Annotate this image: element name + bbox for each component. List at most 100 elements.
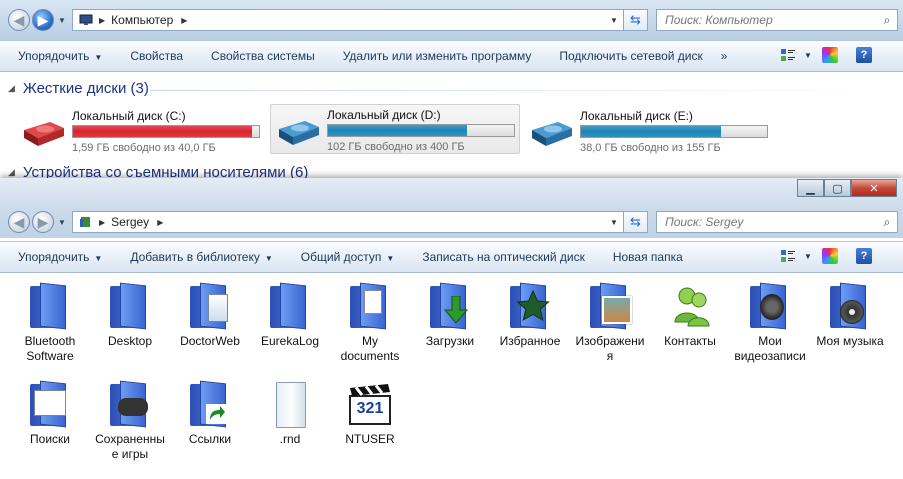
search-box[interactable]: Поиск: Sergey ⌕ (656, 211, 898, 233)
properties-button[interactable]: Свойства (116, 49, 197, 63)
user-folder-window: ▁ ▢ ✕ ◀ ▶ ▼ ▶ Sergey ▶ ▼ ⇆ Поиск: Sergey… (0, 178, 903, 479)
drive-free-space: 38,0 ГБ свободно из 155 ГБ (580, 142, 721, 154)
refresh-button[interactable]: ⇆ (624, 211, 648, 233)
folder-downloads[interactable]: Загрузки (414, 282, 486, 349)
map-network-drive-button[interactable]: Подключить сетевой диск (545, 49, 716, 63)
group-header-hard-disks[interactable]: ◢ Жесткие диски (3) (8, 80, 149, 97)
folder-my-documents[interactable]: My documents (334, 282, 406, 364)
recent-pages-dropdown[interactable]: ▼ (58, 16, 66, 25)
usage-bar (72, 125, 260, 138)
collapse-triangle-icon[interactable]: ◢ (8, 167, 15, 178)
view-controls: ▼ ? (778, 247, 876, 265)
forward-button[interactable]: ▶ (32, 211, 54, 233)
view-options-dropdown[interactable]: ▼ (798, 247, 818, 265)
user-folder-icon (80, 217, 90, 227)
star-icon (516, 290, 550, 322)
film-reel-icon (760, 294, 784, 320)
folder-my-music[interactable]: Моя музыка (814, 282, 886, 349)
file-ntuser[interactable]: 321 NTUSER (334, 380, 406, 447)
shortcut-arrow-icon (206, 404, 226, 424)
folder-favorites[interactable]: Избранное (494, 282, 566, 349)
organize-label: Упорядочить (18, 49, 90, 63)
drive-free-space: 1,59 ГБ свободно из 40,0 ГБ (72, 142, 216, 154)
command-bar: Упорядочить ▼ Свойства Свойства системы У… (0, 40, 903, 72)
breadcrumb-computer[interactable]: Компьютер (111, 13, 173, 27)
help-button[interactable]: ? (852, 47, 876, 63)
file-rnd[interactable]: .rnd (254, 380, 326, 447)
chevron-down-icon: ▼ (94, 53, 103, 62)
folder-searches[interactable]: Поиски (14, 380, 86, 447)
preview-pane-button[interactable] (818, 47, 842, 63)
folder-bluetooth-software[interactable]: Bluetooth Software (14, 282, 86, 364)
chevron-right-icon[interactable]: ▶ (181, 16, 187, 25)
close-button[interactable]: ✕ (851, 179, 897, 197)
drive-name: Локальный диск (D:) (327, 108, 441, 122)
minimize-button[interactable]: ▁ (797, 179, 824, 197)
add-to-library-menu[interactable]: Добавить в библиотеку ▼ (116, 250, 286, 264)
maximize-button[interactable]: ▢ (824, 179, 851, 197)
drive-c[interactable]: Локальный диск (C:) 1,59 ГБ свободно из … (16, 106, 266, 156)
item-label: Контакты (664, 334, 716, 348)
help-button[interactable]: ? (852, 248, 876, 264)
back-button[interactable]: ◀ (8, 9, 30, 31)
more-commands-button[interactable]: » (717, 49, 732, 63)
forward-button[interactable]: ▶ (32, 9, 54, 31)
share-menu[interactable]: Общий доступ ▼ (287, 250, 409, 264)
folder-eurekalog[interactable]: EurekaLog (254, 282, 326, 349)
search-icon[interactable]: ⌕ (877, 13, 897, 28)
address-history-dropdown[interactable]: ▼ (604, 16, 623, 25)
folder-links[interactable]: Ссылки (174, 380, 246, 447)
chevron-right-icon[interactable]: ▶ (99, 16, 105, 25)
change-view-icon[interactable] (778, 46, 798, 64)
contacts-icon (674, 287, 710, 327)
usage-bar-fill (73, 126, 252, 137)
folder-icon (266, 282, 314, 330)
breadcrumb-sergey[interactable]: Sergey (111, 215, 149, 229)
usage-bar (327, 124, 515, 137)
folder-pictures[interactable]: Изображения (574, 282, 646, 364)
search-placeholder[interactable]: Поиск: Sergey (657, 215, 877, 229)
usage-bar-fill (328, 125, 467, 136)
folder-contacts[interactable]: Контакты (654, 282, 726, 349)
item-label: Ссылки (188, 432, 232, 446)
address-bar[interactable]: ▶ Компьютер ▶ ▼ (72, 9, 624, 31)
ntuser-icon-text: 321 (356, 400, 384, 417)
system-properties-button[interactable]: Свойства системы (197, 49, 329, 63)
refresh-button[interactable]: ⇆ (624, 9, 648, 31)
media-player-classic-icon: 321 (346, 380, 394, 428)
search-placeholder[interactable]: Поиск: Компьютер (657, 13, 877, 27)
drive-d[interactable]: Локальный диск (D:) 102 ГБ свободно из 4… (270, 104, 520, 154)
folder-doctorweb[interactable]: DoctorWeb (174, 282, 246, 349)
folder-my-videos[interactable]: Мои видеозаписи (734, 282, 806, 364)
favorites-folder-icon (506, 282, 554, 330)
chevron-right-icon[interactable]: ▶ (99, 218, 105, 227)
organize-menu[interactable]: Упорядочить ▼ (0, 250, 116, 264)
chevron-down-icon: ▼ (386, 254, 395, 263)
address-history-dropdown[interactable]: ▼ (604, 218, 623, 227)
download-arrow-icon (444, 296, 468, 324)
address-bar[interactable]: ▶ Sergey ▶ ▼ (72, 211, 624, 233)
chevron-right-icon[interactable]: ▶ (157, 218, 163, 227)
burn-disc-button[interactable]: Записать на оптический диск (408, 250, 599, 264)
view-options-dropdown[interactable]: ▼ (798, 46, 818, 64)
refresh-icon: ⇆ (630, 12, 641, 27)
organize-menu[interactable]: Упорядочить ▼ (0, 49, 116, 63)
search-box[interactable]: Поиск: Компьютер ⌕ (656, 9, 898, 31)
back-button[interactable]: ◀ (8, 211, 30, 233)
picture-overlay-icon (602, 296, 632, 324)
folder-saved-games[interactable]: Сохраненные игры (94, 380, 166, 462)
drive-e[interactable]: Локальный диск (E:) 38,0 ГБ свободно из … (524, 106, 774, 156)
collapse-triangle-icon[interactable]: ◢ (8, 83, 15, 94)
uninstall-program-button[interactable]: Удалить или изменить программу (329, 49, 546, 63)
item-label: Моя музыка (816, 334, 884, 348)
new-folder-button[interactable]: Новая папка (599, 250, 697, 264)
hard-drive-icon (24, 122, 64, 146)
item-label: DoctorWeb (180, 334, 240, 348)
search-icon[interactable]: ⌕ (877, 215, 897, 230)
add-to-library-label: Добавить в библиотеку (130, 250, 260, 264)
recent-pages-dropdown[interactable]: ▼ (58, 218, 66, 227)
document-overlay-icon (208, 294, 228, 322)
change-view-icon[interactable] (778, 247, 798, 265)
preview-pane-button[interactable] (818, 248, 842, 264)
folder-desktop[interactable]: Desktop (94, 282, 166, 349)
